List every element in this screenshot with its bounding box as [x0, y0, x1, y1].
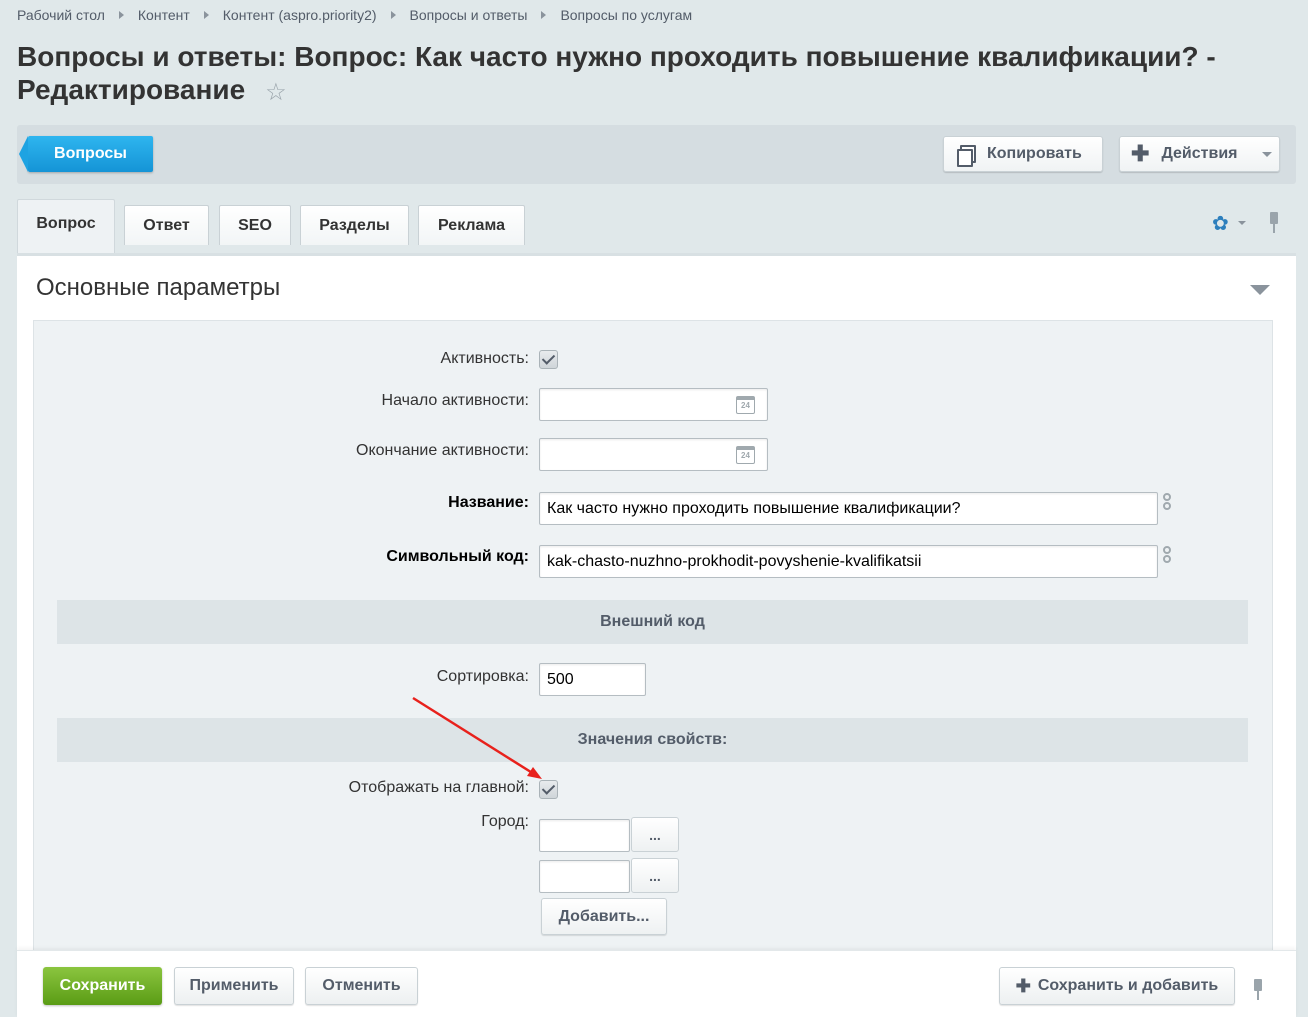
form-area: Активность: Начало активности: Окончание…: [33, 320, 1273, 960]
back-to-questions-button[interactable]: Вопросы: [19, 136, 153, 172]
breadcrumb-item-faq[interactable]: Вопросы и ответы: [410, 7, 528, 23]
properties-header: Значения свойств:: [57, 718, 1248, 762]
calendar-icon[interactable]: 24: [736, 446, 755, 464]
active-label: Активность:: [440, 350, 529, 367]
chevron-down-icon: [1261, 151, 1272, 157]
name-input[interactable]: Как часто нужно проходить повышение квал…: [539, 492, 1158, 525]
page-title-text: Вопросы и ответы: Вопрос: Как часто нужн…: [17, 41, 1216, 105]
city-input-1[interactable]: [539, 819, 630, 852]
chevron-right-icon: [203, 11, 209, 19]
copy-icon: [957, 145, 976, 167]
name-label: Название:: [448, 494, 529, 511]
copy-button-label: Копировать: [987, 145, 1082, 162]
chevron-down-icon[interactable]: [1238, 221, 1246, 225]
end-date-input[interactable]: 24: [539, 438, 768, 471]
city-select-button-2[interactable]: ...: [631, 858, 679, 893]
collapse-icon[interactable]: [1250, 285, 1270, 295]
save-and-add-button[interactable]: ✚ Сохранить и добавить: [999, 967, 1235, 1005]
tab-ads[interactable]: Реклама: [418, 205, 525, 245]
gear-icon[interactable]: ✿: [1212, 211, 1229, 236]
footer-bar: Сохранить Применить Отменить ✚ Сохранить…: [17, 950, 1296, 1017]
edit-panel: Основные параметры Активность: Начало ак…: [17, 253, 1296, 960]
tab-question[interactable]: Вопрос: [17, 199, 115, 255]
sort-label: Сортировка:: [436, 668, 529, 685]
annotation-arrow-head: [527, 767, 542, 779]
star-icon[interactable]: ☆: [265, 76, 287, 109]
start-label: Начало активности:: [381, 392, 529, 409]
annotation-arrow-line: [412, 696, 535, 776]
calendar-icon[interactable]: 24: [736, 396, 755, 414]
pin-icon[interactable]: [1269, 212, 1279, 234]
chevron-right-icon: [118, 11, 124, 19]
apply-button[interactable]: Применить: [174, 967, 294, 1005]
chevron-right-icon: [390, 11, 396, 19]
annotation-arrow: [412, 696, 542, 779]
code-input[interactable]: kak-chasto-nuzhno-prokhodit-povyshenie-k…: [539, 545, 1158, 578]
page-title: Вопросы и ответы: Вопрос: Как часто нужн…: [17, 40, 1287, 109]
city-input-2[interactable]: [539, 860, 630, 893]
plus-icon: ✚: [1015, 976, 1031, 996]
plus-icon: ✚: [1131, 141, 1150, 166]
breadcrumb-item-content-aspro[interactable]: Контент (aspro.priority2): [223, 7, 377, 23]
actions-button[interactable]: ✚ Действия: [1119, 136, 1280, 172]
city-label: Город:: [481, 813, 529, 830]
tab-seo[interactable]: SEO: [219, 205, 291, 245]
add-city-button[interactable]: Добавить...: [541, 898, 667, 935]
city-select-button-1[interactable]: ...: [631, 817, 679, 852]
tab-sections[interactable]: Разделы: [300, 205, 409, 245]
code-label: Символьный код:: [386, 548, 529, 565]
breadcrumb-item-content[interactable]: Контент: [138, 7, 190, 23]
save-and-add-label: Сохранить и добавить: [1037, 977, 1219, 994]
breadcrumb-item-desktop[interactable]: Рабочий стол: [17, 7, 105, 23]
chevron-right-icon: [541, 11, 547, 19]
pin-icon[interactable]: [1253, 979, 1263, 1001]
tab-answer[interactable]: Ответ: [124, 205, 209, 245]
section-title: Основные параметры: [36, 274, 281, 301]
end-label: Окончание активности:: [356, 442, 529, 459]
tab-bar: Вопрос Ответ SEO Разделы Реклама ✿: [17, 199, 1296, 255]
toolbar: Вопросы Копировать ✚ Действия: [17, 125, 1296, 184]
cancel-button[interactable]: Отменить: [305, 967, 418, 1005]
link-icon[interactable]: [1162, 492, 1172, 522]
external-code-header: Внешний код: [57, 600, 1248, 644]
start-date-input[interactable]: 24: [539, 388, 768, 421]
copy-button[interactable]: Копировать: [943, 136, 1103, 172]
save-button[interactable]: Сохранить: [43, 967, 162, 1005]
breadcrumb: Рабочий стол Контент Контент (aspro.prio…: [17, 7, 692, 23]
breadcrumb-item-service-questions[interactable]: Вопросы по услугам: [560, 7, 692, 23]
link-icon[interactable]: [1162, 545, 1172, 575]
active-checkbox[interactable]: [539, 350, 558, 369]
actions-button-label: Действия: [1161, 145, 1238, 162]
